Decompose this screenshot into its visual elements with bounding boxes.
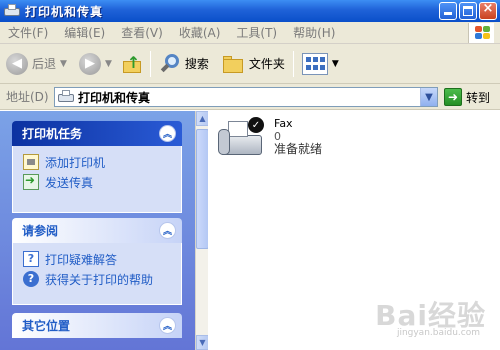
forward-arrow-icon: ▶	[78, 52, 101, 75]
collapse-icon[interactable]: ︽	[159, 222, 176, 239]
address-bar: 地址(D) 打印机和传真 ▼ ➜ 转到	[0, 84, 500, 110]
close-button[interactable]: ×	[479, 1, 497, 20]
printer-icon	[4, 4, 20, 18]
chevron-down-icon[interactable]: ▼	[420, 88, 437, 106]
up-folder-button[interactable]: ↑	[122, 48, 142, 80]
address-label: 地址(D)	[6, 90, 49, 104]
panel-header[interactable]: 打印机任务 ︽	[12, 121, 182, 146]
maximize-button[interactable]	[459, 2, 477, 20]
panel-body: ? 打印疑难解答 ? 获得关于打印的帮助	[12, 243, 182, 305]
task-troubleshoot[interactable]: ? 打印疑难解答	[23, 249, 171, 269]
menu-tools[interactable]: 工具(T)	[236, 24, 277, 41]
panel-header[interactable]: 请参阅 ︽	[12, 218, 182, 243]
printer-icon	[58, 90, 74, 104]
collapse-icon[interactable]: ︽	[159, 125, 176, 142]
chevron-down-icon[interactable]: ▼	[60, 59, 67, 69]
search-icon	[159, 53, 181, 75]
help-icon: ?	[23, 251, 39, 267]
task-pane-scrollbar[interactable]: ▲ ▼	[195, 111, 209, 350]
window-controls: ×	[439, 1, 497, 20]
title-bar: 打印机和传真 ×	[0, 0, 500, 22]
menu-edit[interactable]: 编辑(E)	[64, 24, 105, 41]
fax-icon: ✓	[218, 117, 266, 161]
menu-help[interactable]: 帮助(H)	[293, 24, 335, 41]
task-print-help[interactable]: ? 获得关于打印的帮助	[23, 269, 171, 289]
folders-icon	[221, 53, 245, 75]
views-button[interactable]: ▼	[301, 48, 339, 80]
task-label: 获得关于打印的帮助	[45, 272, 154, 287]
add-printer-icon	[23, 154, 39, 170]
collapse-icon[interactable]: ︽	[159, 317, 176, 334]
task-label: 打印疑难解答	[45, 252, 118, 267]
panel-title: 其它位置	[22, 319, 71, 333]
back-label: 后退	[32, 57, 57, 71]
panel-title: 请参阅	[22, 224, 59, 238]
panel-title: 打印机任务	[22, 127, 83, 141]
address-value: 打印机和传真	[78, 90, 151, 105]
toolbar-separator	[149, 50, 151, 77]
task-pane: 打印机任务 ︽ 添加打印机 发送传真 请参阅 ︽ ? 打印疑难解答 ?	[0, 111, 195, 350]
forward-button[interactable]: ▶ ▼	[78, 48, 112, 80]
fax-printer-item[interactable]: ✓ Fax 0 准备就绪	[218, 117, 322, 161]
task-send-fax[interactable]: 发送传真	[23, 172, 171, 192]
folders-button[interactable]: 文件夹	[221, 48, 285, 80]
back-arrow-icon: ◀	[6, 52, 28, 75]
window-title: 打印机和传真	[25, 4, 104, 19]
toolbar-separator	[292, 50, 294, 77]
toolbar: ◀ 后退 ▼ ▶ ▼ ↑ 搜索 文件夹 ▼	[0, 44, 500, 84]
chevron-down-icon[interactable]: ▼	[332, 59, 339, 69]
menu-bar: 文件(F) 编辑(E) 查看(V) 收藏(A) 工具(T) 帮助(H)	[0, 22, 500, 44]
task-label: 发送传真	[45, 175, 94, 190]
item-status: 准备就绪	[274, 142, 323, 156]
item-name: Fax	[274, 117, 293, 130]
go-button[interactable]: ➜ 转到	[444, 88, 490, 106]
chevron-down-icon[interactable]: ▼	[105, 59, 112, 69]
panel-body: 添加打印机 发送传真	[12, 146, 182, 213]
see-also-panel: 请参阅 ︽ ? 打印疑难解答 ? 获得关于打印的帮助	[12, 218, 182, 305]
watermark: Bai经验 jingyan.baidu.com	[375, 294, 486, 338]
go-arrow-icon: ➜	[444, 88, 462, 106]
other-places-panel: 其它位置 ︽	[12, 313, 182, 338]
views-icon	[301, 52, 328, 75]
search-label: 搜索	[184, 57, 209, 71]
menu-file[interactable]: 文件(F)	[8, 24, 48, 41]
printer-tasks-panel: 打印机任务 ︽ 添加打印机 发送传真	[12, 121, 182, 213]
minimize-button[interactable]	[439, 2, 457, 20]
help-circle-icon: ?	[23, 271, 39, 287]
menu-favorites[interactable]: 收藏(A)	[179, 24, 221, 41]
back-button[interactable]: ◀ 后退 ▼	[6, 48, 67, 80]
address-input[interactable]: 打印机和传真 ▼	[54, 87, 438, 107]
folders-label: 文件夹	[248, 57, 285, 71]
go-label: 转到	[466, 90, 491, 105]
task-add-printer[interactable]: 添加打印机	[23, 152, 171, 172]
menu-view[interactable]: 查看(V)	[121, 24, 163, 41]
watermark-url: jingyan.baidu.com	[396, 328, 480, 338]
default-check-icon: ✓	[248, 117, 264, 133]
task-label: 添加打印机	[45, 155, 106, 170]
up-folder-icon: ↑	[122, 53, 142, 75]
send-fax-icon	[23, 173, 39, 190]
panel-header[interactable]: 其它位置 ︽	[12, 313, 182, 338]
search-button[interactable]: 搜索	[159, 48, 209, 80]
windows-logo-icon	[468, 23, 494, 43]
